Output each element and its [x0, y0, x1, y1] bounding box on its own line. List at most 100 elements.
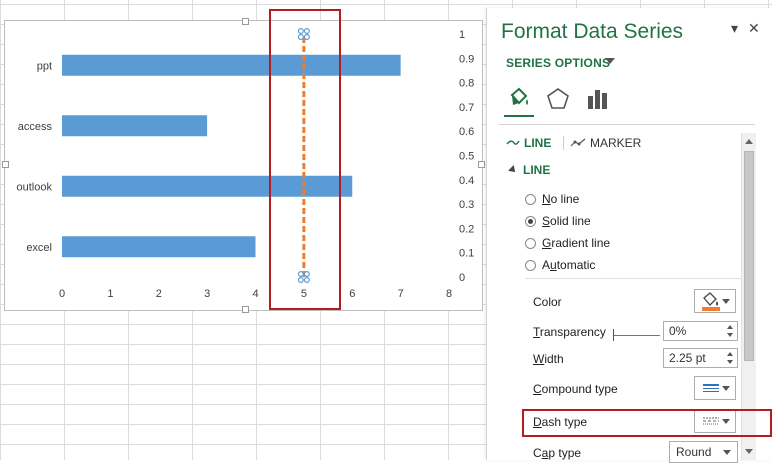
- chart-resize-handle[interactable]: [242, 18, 249, 25]
- secondary-y-tick-label: 0.1: [459, 248, 474, 260]
- tab-marker[interactable]: MARKER: [570, 136, 641, 150]
- radio-solid-line[interactable]: Solid line: [525, 214, 591, 228]
- access-key-letter: C: [533, 382, 542, 396]
- radio-no-line[interactable]: No line: [525, 192, 579, 206]
- secondary-y-tick-label: 0.8: [459, 78, 474, 90]
- paint-bucket-icon[interactable]: [506, 86, 532, 110]
- chevron-down-icon: [722, 299, 730, 304]
- transparency-label: Transparency: [533, 325, 606, 339]
- collapse-triangle-icon: [508, 165, 518, 175]
- transparency-slider-track[interactable]: [614, 335, 660, 336]
- radio-label: No line: [542, 192, 579, 206]
- line-icon: [506, 140, 520, 145]
- category-label: access: [18, 121, 53, 133]
- width-label: Width: [533, 352, 564, 366]
- chevron-down-icon: [722, 386, 730, 391]
- radio-label-rest: radient line: [551, 236, 611, 250]
- format-data-series-pane: Format Data Series ▾ ✕ SERIES OPTIONS LI…: [486, 8, 772, 463]
- highlight-box-vertical-line: [269, 9, 341, 310]
- category-label: excel: [26, 242, 52, 254]
- bar-access[interactable]: [62, 115, 208, 137]
- scroll-down-arrow[interactable]: [745, 449, 753, 454]
- access-key-letter: S: [542, 214, 551, 228]
- scroll-thumb[interactable]: [744, 151, 754, 361]
- secondary-y-tick-label: 0.5: [459, 151, 474, 163]
- x-tick-label: 2: [156, 288, 162, 300]
- section-line-header[interactable]: LINE: [508, 163, 551, 177]
- x-tick-label: 6: [349, 288, 355, 300]
- compound-type-button[interactable]: [694, 376, 736, 400]
- active-tab-indicator: [504, 115, 534, 117]
- bar-chart-icon[interactable]: [585, 86, 611, 110]
- radio-label: Solid line: [542, 214, 591, 228]
- x-tick-label: 4: [252, 288, 258, 300]
- bar-ppt[interactable]: [62, 54, 401, 76]
- tab-separator: [563, 136, 564, 150]
- x-tick-label: 3: [204, 288, 210, 300]
- cap-type-label: Cap type: [533, 446, 581, 460]
- transparency-value: 0%: [669, 324, 687, 338]
- cap-type-value: Round: [676, 445, 712, 459]
- radio-gradient-line[interactable]: Gradient line: [525, 236, 610, 250]
- access-key-letter: W: [533, 352, 545, 366]
- spinner-arrows[interactable]: [727, 351, 735, 365]
- access-key-letter: T: [533, 325, 540, 339]
- chart-area[interactable]: ppt access outlook excel 0 1 2 3 4 5 6 7 8 0 0.1 0.2 0.3…: [4, 20, 483, 311]
- transparency-input[interactable]: 0%: [663, 321, 738, 341]
- color-picker-button[interactable]: [694, 289, 736, 313]
- secondary-y-tick-label: 0.3: [459, 199, 474, 211]
- access-key-letter: N: [542, 192, 551, 206]
- chart-resize-handle[interactable]: [242, 306, 249, 313]
- access-key-letter: u: [550, 258, 557, 272]
- spinner-arrows[interactable]: [727, 324, 735, 338]
- category-label: outlook: [17, 181, 53, 193]
- bar-excel[interactable]: [62, 236, 256, 258]
- x-tick-label: 7: [398, 288, 404, 300]
- secondary-y-tick-label: 0.7: [459, 102, 474, 114]
- bar-chart[interactable]: pptaccessoutlookexcel0 1 2 3 4 5 6 7 800.10.20.3…: [5, 21, 482, 310]
- radio-label: Gradient line: [542, 236, 610, 250]
- radio-button[interactable]: [525, 237, 536, 249]
- chart-resize-handle[interactable]: [2, 161, 9, 168]
- pentagon-icon[interactable]: [545, 86, 571, 110]
- radio-label: Automatic: [542, 258, 595, 272]
- x-tick-label: 1: [107, 288, 113, 300]
- radio-button[interactable]: [525, 193, 536, 205]
- marker-line-icon: [570, 138, 586, 147]
- tab-line-label: LINE: [524, 136, 552, 150]
- radio-button[interactable]: [525, 259, 536, 271]
- color-label: Color: [533, 295, 562, 309]
- radio-label-rest: o line: [550, 192, 580, 206]
- close-pane-button[interactable]: ✕: [748, 20, 760, 37]
- width-value: 2.25 pt: [669, 351, 706, 365]
- section-line-label: LINE: [523, 163, 551, 177]
- chart-resize-handle[interactable]: [478, 161, 485, 168]
- cap-type-label-start: C: [533, 446, 542, 460]
- access-key-letter: G: [542, 236, 552, 250]
- tab-line[interactable]: LINE: [506, 136, 551, 150]
- category-label: ppt: [37, 60, 52, 72]
- width-label-rest: idth: [544, 352, 564, 366]
- secondary-y-tick-label: 0.6: [459, 126, 474, 138]
- scroll-up-arrow[interactable]: [745, 139, 753, 144]
- compound-type-label-rest: ompound type: [541, 382, 618, 396]
- secondary-y-tick-label: 0.9: [459, 53, 474, 65]
- radio-label-rest: tomatic: [556, 258, 596, 272]
- secondary-y-tick-label: 0.4: [459, 175, 474, 187]
- pane-divider: [499, 124, 755, 125]
- pane-title: Format Data Series: [501, 20, 684, 43]
- pane-options-dropdown[interactable]: ▾: [731, 20, 738, 37]
- radio-button-checked[interactable]: [525, 215, 536, 227]
- cap-type-label-rest: p type: [548, 446, 582, 460]
- series-options-dropdown[interactable]: SERIES OPTIONS: [506, 56, 610, 70]
- radio-label-rest: olid line: [550, 214, 591, 228]
- radio-automatic[interactable]: Automatic: [525, 258, 595, 272]
- highlight-box-dash-type: [522, 409, 772, 437]
- x-tick-label: 8: [446, 288, 452, 300]
- radio-label-start: A: [542, 258, 551, 272]
- x-tick-label: 0: [59, 288, 65, 300]
- tab-marker-label: MARKER: [590, 136, 642, 150]
- width-input[interactable]: 2.25 pt: [663, 348, 738, 368]
- chevron-down-icon[interactable]: [605, 58, 615, 64]
- compound-lines-icon: [703, 384, 719, 392]
